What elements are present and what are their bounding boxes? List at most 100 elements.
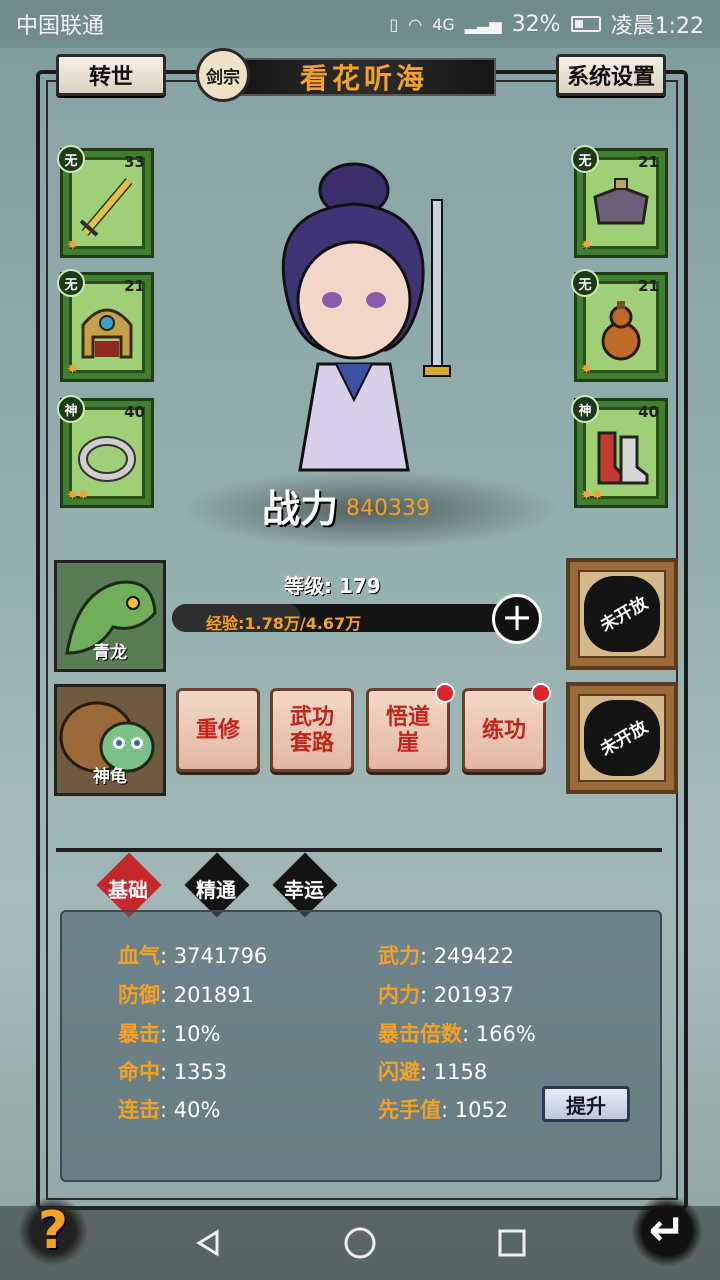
stat-value: 1158	[433, 1060, 488, 1084]
armor-icon	[593, 178, 649, 225]
carrier-text: 中国联通	[16, 14, 105, 39]
slot-stars: ✸	[581, 362, 592, 377]
character-name: 看花听海	[232, 58, 496, 96]
stat-key: 连击	[118, 1097, 160, 1122]
stat-initiative: 先手值: 1052	[378, 1094, 508, 1124]
tab-basic[interactable]: 基础	[92, 852, 164, 918]
stat-combo: 连击: 40%	[118, 1094, 220, 1124]
stat-inner-power: 内力: 201937	[378, 979, 514, 1009]
tab-mastery[interactable]: 精通	[180, 852, 252, 918]
martial-arts-button[interactable]: 武功套路	[270, 688, 354, 772]
stat-crit-multiplier: 暴击倍数: 166%	[378, 1018, 536, 1048]
network-type: 4G	[432, 14, 455, 34]
upgrade-button[interactable]: 提升	[542, 1086, 630, 1122]
slot-level: 21	[124, 277, 145, 295]
add-exp-button[interactable]: +	[492, 594, 542, 644]
status-icons: ▯ ◠ 4G ▂▃▅ 32% 凌晨1:22	[389, 8, 704, 40]
stat-value: 1353	[173, 1060, 228, 1084]
slot-rank: 无	[57, 145, 85, 173]
pet-name: 神龟	[93, 767, 127, 787]
equip-slot-ring[interactable]: 神 40 ✸✸	[57, 395, 154, 508]
retrain-button[interactable]: 重修	[176, 688, 260, 772]
level-text: 等级: 179	[284, 574, 381, 598]
stat-colon: :	[462, 1022, 476, 1046]
stat-value: 201891	[173, 983, 254, 1007]
stat-colon: :	[441, 1098, 455, 1122]
stat-key: 闪避	[378, 1059, 420, 1084]
help-button[interactable]: ?	[18, 1196, 88, 1266]
stat-hp: 血气: 3741796	[118, 940, 267, 970]
return-button[interactable]: ↵	[632, 1196, 702, 1266]
stat-value: 201937	[433, 983, 514, 1007]
slot-stars: ✸	[67, 362, 78, 377]
stat-attack: 武力: 249422	[378, 940, 514, 970]
equip-slot-armor[interactable]: 无 21 ✸	[571, 145, 668, 258]
notification-dot	[531, 683, 551, 703]
stat-key: 先手值	[378, 1097, 441, 1122]
sword-icon	[79, 178, 133, 237]
pet-qinglong[interactable]: 青龙	[54, 560, 166, 672]
slot-level: 40	[124, 403, 145, 421]
slot-stars: ✸✸	[67, 488, 89, 503]
slot-stars: ✸✸	[581, 488, 603, 503]
nav-home-icon[interactable]	[340, 1223, 380, 1263]
tab-label: 精通	[196, 877, 236, 902]
slot-level: 21	[638, 277, 659, 295]
nav-back-icon[interactable]	[188, 1223, 228, 1263]
slot-rank: 无	[57, 269, 85, 297]
enlightenment-cliff-button[interactable]: 悟道崖	[366, 683, 455, 772]
stat-key: 防御	[118, 982, 160, 1007]
signal-icon: ▂▃▅	[464, 14, 502, 34]
stat-colon: :	[160, 944, 174, 968]
action-label: 练功	[481, 717, 526, 743]
stat-colon: :	[160, 1022, 174, 1046]
stat-key: 暴击倍数	[378, 1021, 462, 1046]
slot-level: 40	[638, 403, 659, 421]
notification-dot	[435, 683, 455, 703]
stat-key: 武力	[378, 943, 420, 968]
power-label: 战力	[262, 486, 339, 531]
locked-slot[interactable]: 未开放	[566, 558, 678, 670]
equip-slot-weapon[interactable]: 无 33 ✸	[57, 145, 154, 258]
stat-value: 3741796	[173, 944, 268, 968]
slot-level: 21	[638, 153, 659, 171]
locked-slot[interactable]: 未开放	[566, 682, 678, 794]
equip-slot-helmet[interactable]: 无 21 ✸	[57, 269, 154, 382]
stat-hit: 命中: 1353	[118, 1056, 227, 1086]
section-divider	[56, 848, 662, 852]
sect-badge: 剑宗	[196, 48, 250, 102]
stat-value: 249422	[433, 944, 514, 968]
helmet-icon	[81, 308, 133, 359]
stat-value: 10%	[173, 1022, 221, 1046]
action-label: 重修	[195, 717, 240, 743]
exp-text: 经验:1.78万/4.67万	[206, 614, 362, 633]
stat-value: 1052	[454, 1098, 509, 1122]
equip-slot-boots[interactable]: 神 40 ✸✸	[571, 395, 668, 508]
pet-name: 青龙	[93, 643, 127, 663]
stat-dodge: 闪避: 1158	[378, 1056, 487, 1086]
action-label: 武功套路	[289, 704, 334, 756]
equip-slot-gourd[interactable]: 无 21 ✸	[571, 269, 668, 382]
stat-crit: 暴击: 10%	[118, 1018, 220, 1048]
clock: 凌晨1:22	[610, 14, 704, 39]
settings-button[interactable]: 系统设置	[556, 54, 666, 96]
pet-shengui[interactable]: 神龟	[54, 684, 166, 796]
slot-level: 33	[124, 153, 145, 171]
stat-key: 暴击	[118, 1021, 160, 1046]
power-value: 840339	[346, 496, 430, 521]
rebirth-button[interactable]: 转世	[56, 54, 166, 96]
tab-label: 基础	[108, 877, 148, 902]
slot-stars: ✸	[581, 238, 592, 253]
stat-colon: :	[160, 983, 174, 1007]
slot-rank: 神	[57, 395, 85, 423]
battery-icon	[570, 16, 601, 32]
tab-label: 幸运	[284, 877, 324, 902]
battery-percent: 32%	[511, 11, 561, 37]
nav-recents-icon[interactable]	[492, 1223, 532, 1263]
action-label: 悟道崖	[385, 704, 430, 756]
stat-key: 命中	[118, 1059, 160, 1084]
boots-icon	[597, 431, 649, 485]
practice-button[interactable]: 练功	[462, 683, 551, 772]
tab-luck[interactable]: 幸运	[268, 852, 340, 918]
gourd-icon	[601, 301, 641, 361]
